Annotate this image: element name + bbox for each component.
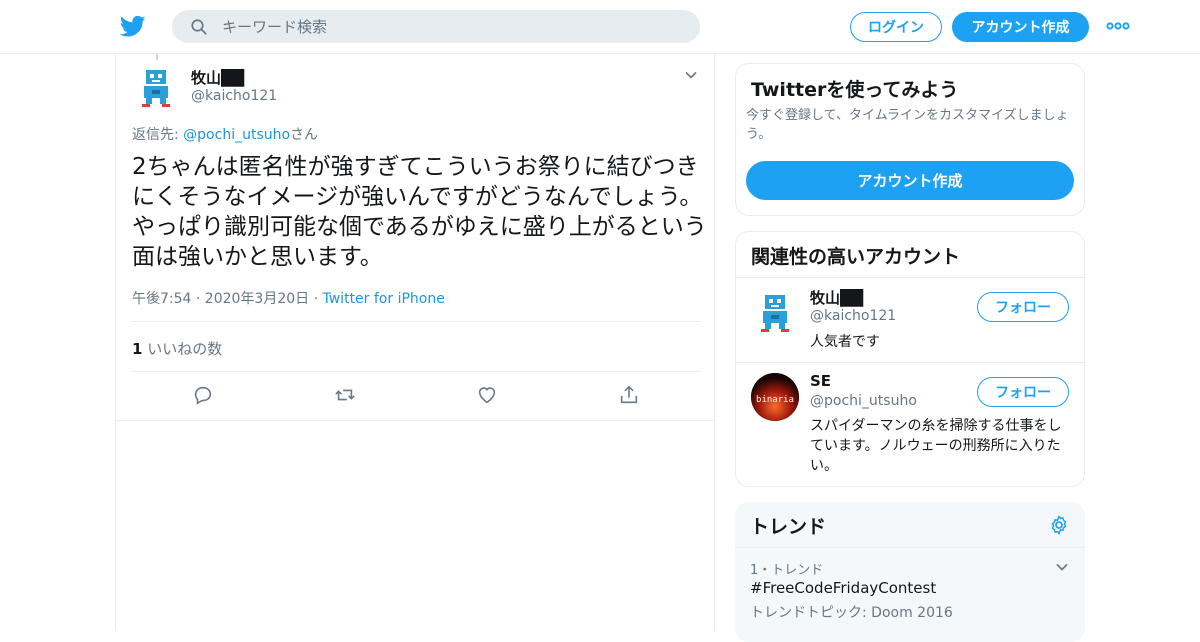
trends-card: トレンド 1・トレンド #FreeCodeFridayContest トレンドト… [735,502,1085,642]
signup-card-button[interactable]: アカウント作成 [746,161,1074,200]
tweet-bottom-border [116,420,714,421]
search-icon [191,19,207,35]
chevron-down-icon[interactable] [684,68,698,82]
account-handle[interactable]: @pochi_utsuho [810,393,917,409]
trends-title: トレンド [750,516,827,538]
robot-avatar-icon [761,295,789,332]
twitter-bird-icon[interactable] [120,13,146,39]
related-accounts-card: 関連性の高いアカウント 牧山██ @kaicho121 人気者です フォロー b… [735,231,1085,487]
related-account-row[interactable]: binaria SE @pochi_utsuho スパイダーマンの糸を掃除する仕… [736,363,1084,486]
avatar-text: binaria [756,395,794,405]
retweet-icon[interactable] [334,384,356,406]
signup-card-description: 今すぐ登録して、タイムラインをカスタマイズしましょう。 [746,108,1069,142]
divider [735,547,1085,548]
related-accounts-title: 関連性の高いアカウント [751,246,961,268]
like-count-label: いいねの数 [142,340,223,358]
top-navigation-bar: ログイン アカウント作成 [0,0,1200,54]
tweet-source-link[interactable]: Twitter for iPhone [323,291,445,307]
account-bio: 人気者です [810,334,880,350]
related-account-row[interactable]: 牧山██ @kaicho121 人気者です フォロー [736,278,1084,362]
account-name[interactable]: 牧山██ [810,287,863,308]
signup-button[interactable]: アカウント作成 [952,12,1089,42]
reply-context: 返信先: @pochi_utsuhoさん [132,124,318,144]
follow-button[interactable]: フォロー [977,292,1069,322]
signup-card-title: Twitterを使ってみよう [751,79,959,101]
reply-icon[interactable] [192,384,214,406]
share-icon[interactable] [618,384,640,406]
tweet-metadata: 午後7:54 · 2020年3月20日 · Twitter for iPhone [132,288,445,308]
meta-separator: · [309,291,323,307]
account-avatar[interactable] [751,289,799,337]
search-input[interactable] [222,10,682,43]
author-handle[interactable]: @kaicho121 [191,88,277,104]
login-button[interactable]: ログイン [850,12,942,42]
like-icon[interactable] [476,384,498,406]
trend-meta: 1・トレンド [750,563,824,578]
follow-button[interactable]: フォロー [977,377,1069,407]
robot-avatar-icon [142,70,170,107]
reply-prefix: 返信先: [132,127,184,143]
reply-handle-link[interactable]: @pochi_utsuho [183,127,290,143]
author-avatar[interactable] [132,64,180,112]
chevron-down-icon[interactable] [1055,560,1069,574]
search-box[interactable] [172,10,700,43]
divider [131,371,701,372]
trend-hashtag[interactable]: #FreeCodeFridayContest [750,579,936,597]
author-name[interactable]: 牧山██ [191,67,244,88]
more-icon[interactable] [1106,17,1130,35]
tweet-text: 2ちゃんは匿名性が強すぎてこういうお祭りに結びつきにくそうなイメージが強いんです… [132,154,707,270]
like-stats[interactable]: 1 いいねの数 [132,338,222,359]
tweet-detail-column: 牧山██ @kaicho121 返信先: @pochi_utsuhoさん 2ちゃ… [115,54,715,630]
account-handle[interactable]: @kaicho121 [810,308,896,324]
divider [131,321,701,322]
like-count: 1 [132,340,143,358]
account-bio: スパイダーマンの糸を掃除する仕事をしています。ノルウェーの刑務所に入りたい。 [810,418,1062,474]
binaria-avatar-icon: binaria [751,373,799,421]
account-avatar[interactable]: binaria [751,373,799,421]
tweet-timestamp[interactable]: 午後7:54 · 2020年3月20日 [132,291,309,307]
trend-topic: トレンドトピック: Doom 2016 [750,605,953,621]
reply-suffix: さん [290,127,319,143]
thread-line [156,54,158,60]
account-name[interactable]: SE [810,372,831,390]
settings-gear-icon[interactable] [1048,514,1070,536]
signup-card: Twitterを使ってみよう 今すぐ登録して、タイムラインをカスタマイズしましょ… [735,63,1085,216]
